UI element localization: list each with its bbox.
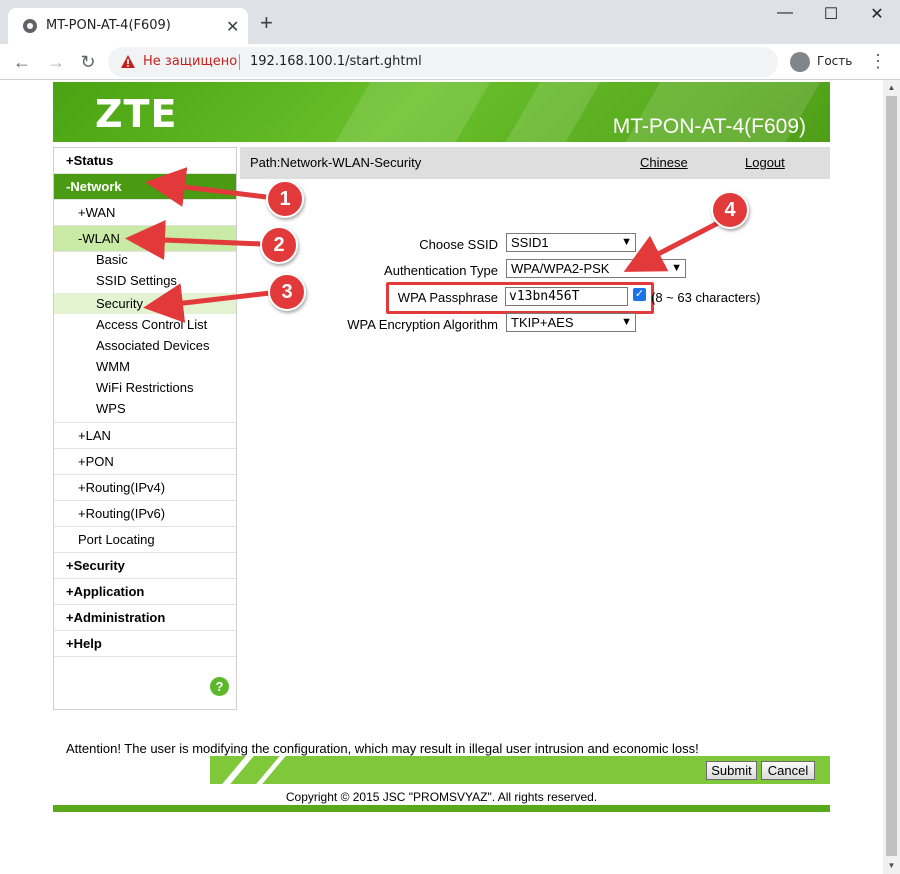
- sidebar-item-lan[interactable]: +LAN: [54, 423, 236, 449]
- header-banner: ZTE MT-PON-AT-4(F609): [53, 82, 830, 142]
- sidebar-item-help[interactable]: +Help: [54, 631, 236, 657]
- sidebar-item-status[interactable]: +Status: [54, 148, 236, 174]
- page-viewport: ZTE MT-PON-AT-4(F609) +Status -Network +…: [0, 80, 900, 874]
- chevron-down-icon: ▼: [621, 236, 632, 248]
- chevron-down-icon: ▼: [621, 316, 632, 328]
- encryption-label: WPA Encryption Algorithm: [347, 317, 498, 332]
- show-passphrase-checkbox[interactable]: ✓: [633, 288, 646, 301]
- address-bar[interactable]: Не защищено 192.168.100.1/start.ghtml: [108, 47, 778, 77]
- zte-logo: ZTE: [95, 92, 178, 136]
- warning-icon: [121, 55, 135, 68]
- sidebar-item-access-control-list[interactable]: Access Control List: [54, 314, 236, 335]
- tab-title: MT-PON-AT-4(F609): [46, 18, 171, 33]
- sidebar-item-wps[interactable]: WPS: [54, 398, 236, 423]
- window-close-icon[interactable]: ✕: [854, 4, 900, 30]
- help-icon[interactable]: ?: [210, 677, 229, 696]
- new-tab-icon[interactable]: +: [260, 12, 273, 34]
- vertical-scrollbar[interactable]: ▲ ▼: [883, 80, 900, 874]
- avatar-icon: [790, 52, 810, 72]
- sidebar-item-basic[interactable]: Basic: [54, 249, 236, 270]
- sidebar-item-routing-ipv4[interactable]: +Routing(IPv4): [54, 475, 236, 501]
- ssid-select[interactable]: SSID1 ▼: [506, 233, 636, 252]
- browser-titlebar: MT-PON-AT-4(F609) ✕ + — ☐ ✕: [0, 0, 900, 44]
- sidebar-item-security-wlan[interactable]: Security: [54, 293, 236, 314]
- annotation-badge-1: 1: [266, 180, 304, 218]
- globe-icon: [23, 19, 37, 33]
- ssid-label: Choose SSID: [419, 237, 498, 252]
- banner-decoration: [335, 82, 491, 142]
- minimize-icon[interactable]: —: [762, 4, 808, 30]
- scroll-down-icon[interactable]: ▼: [883, 859, 900, 873]
- submit-button[interactable]: Submit: [706, 761, 757, 780]
- sidebar-item-wifi-restrictions[interactable]: WiFi Restrictions: [54, 377, 236, 398]
- sidebar-item-routing-ipv6[interactable]: +Routing(IPv6): [54, 501, 236, 527]
- copyright-text: Copyright © 2015 JSC "PROMSVYAZ". All ri…: [285, 790, 598, 804]
- sidebar-item-wmm[interactable]: WMM: [54, 356, 236, 377]
- device-model: MT-PON-AT-4(F609): [612, 115, 806, 138]
- sidebar-item-network[interactable]: -Network: [54, 174, 236, 200]
- bar-decoration: [256, 756, 286, 784]
- logout-link[interactable]: Logout: [745, 155, 785, 170]
- breadcrumb: Path:Network-WLAN-Security Chinese Logou…: [240, 147, 830, 179]
- annotation-badge-3: 3: [268, 273, 306, 311]
- passphrase-input[interactable]: v13bn456T: [505, 287, 628, 306]
- banner-decoration: [505, 82, 601, 142]
- scrollbar-thumb[interactable]: [886, 96, 897, 856]
- profile-button[interactable]: Гость: [786, 49, 861, 75]
- reload-icon[interactable]: ↻: [74, 48, 102, 76]
- encryption-select[interactable]: TKIP+AES ▼: [506, 313, 636, 332]
- browser-toolbar: ← → ↻ Не защищено 192.168.100.1/start.gh…: [0, 44, 900, 80]
- profile-label: Гость: [817, 54, 853, 68]
- browser-tab[interactable]: MT-PON-AT-4(F609) ✕: [8, 8, 248, 44]
- chinese-link[interactable]: Chinese: [640, 155, 688, 170]
- attention-notice: Attention! The user is modifying the con…: [66, 741, 699, 756]
- chevron-down-icon: ▼: [671, 262, 682, 274]
- annotation-badge-2: 2: [260, 226, 298, 264]
- maximize-icon[interactable]: ☐: [808, 4, 854, 30]
- router-page: ZTE MT-PON-AT-4(F609) +Status -Network +…: [53, 82, 830, 812]
- omnibox-divider: [239, 54, 240, 70]
- passphrase-hint: (8 ~ 63 characters): [651, 290, 761, 305]
- sidebar-item-associated-devices[interactable]: Associated Devices: [54, 335, 236, 356]
- passphrase-label: WPA Passphrase: [397, 290, 498, 305]
- sidebar-item-security[interactable]: +Security: [54, 553, 236, 579]
- close-tab-icon[interactable]: ✕: [226, 17, 239, 37]
- sidebar-item-wan[interactable]: +WAN: [54, 200, 236, 226]
- auth-type-select[interactable]: WPA/WPA2-PSK ▼: [506, 259, 686, 278]
- sidebar-item-administration[interactable]: +Administration: [54, 605, 236, 631]
- more-menu-icon[interactable]: ⋮: [868, 50, 888, 74]
- sidebar-item-ssid-settings[interactable]: SSID Settings: [54, 270, 236, 291]
- forward-icon[interactable]: →: [42, 48, 70, 76]
- ssid-select-value: SSID1: [511, 235, 549, 250]
- scroll-up-icon[interactable]: ▲: [883, 81, 900, 95]
- back-icon[interactable]: ←: [8, 48, 36, 76]
- sidebar-item-pon[interactable]: +PON: [54, 449, 236, 475]
- security-status[interactable]: Не защищено: [143, 54, 237, 69]
- url-text[interactable]: 192.168.100.1/start.ghtml: [250, 54, 422, 69]
- sidebar-nav: +Status -Network +WAN -WLAN Basic SSID S…: [53, 147, 237, 710]
- auth-type-value: WPA/WPA2-PSK: [511, 261, 610, 276]
- breadcrumb-path: Path:Network-WLAN-Security: [250, 155, 422, 170]
- cancel-button[interactable]: Cancel: [761, 761, 815, 780]
- action-bar: Submit Cancel: [210, 756, 830, 784]
- footer-line: [53, 805, 830, 812]
- auth-type-label: Authentication Type: [384, 263, 498, 278]
- bar-decoration: [222, 756, 254, 784]
- sidebar-item-port-locating[interactable]: Port Locating: [54, 527, 236, 553]
- sidebar-item-application[interactable]: +Application: [54, 579, 236, 605]
- annotation-badge-4: 4: [711, 191, 749, 229]
- encryption-value: TKIP+AES: [511, 315, 574, 330]
